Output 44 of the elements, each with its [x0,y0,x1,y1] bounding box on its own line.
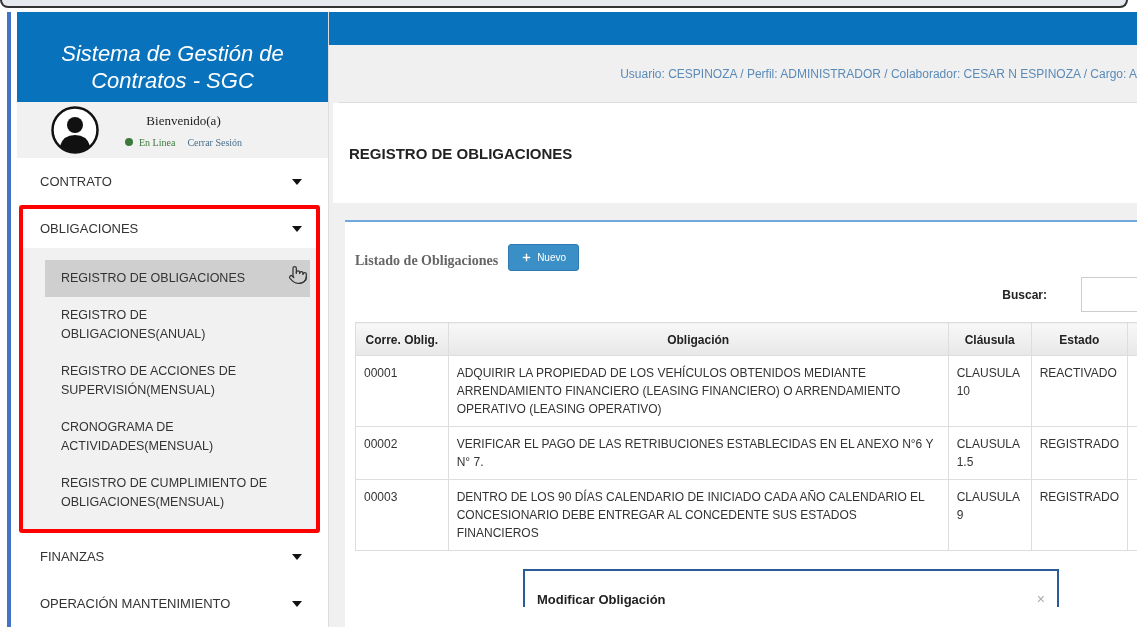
table-cell: CLAUSULA 9 [948,479,1032,551]
app-title: Sistema de Gestión de Contratos - SGC [17,12,328,103]
menu-item[interactable]: OPERACIÓN MANTENIMIENTO [23,584,316,623]
table-cell: DENTRO DE LOS 90 DÍAS CALENDARIO DE INICIADO CADA AÑO CALENDARIO EL CONCESIONARIO DEBE ENTREGAR AL CONCEDENTE SUS ESTADOS FINANCIEROS [448,479,949,551]
hand-cursor-icon [288,264,308,286]
column-header[interactable]: Cláusula [948,322,1032,356]
column-header[interactable]: Obligación [448,322,949,356]
table-cell: REGISTRADO [1031,479,1128,551]
new-button[interactable]: Nuevo [508,244,580,271]
search-field[interactable] [1081,277,1137,312]
column-header[interactable]: Corre. Oblig. [355,322,449,356]
submenu-item[interactable]: REGISTRO DE OBLIGACIONES(ANUAL) [45,297,310,353]
search-label: Buscar: [1002,287,1047,302]
table-cell: 00003 [355,479,449,551]
caret-icon [292,178,302,185]
table-cell: CLAUSULA 1.5 [948,426,1032,480]
table-cell: ADQUIRIR LA PROPIEDAD DE LOS VEHÍCULOS OBTENIDOS MEDIANTE ARRENDAMIENTO FINANCIERO (LEASING FINANCIERO) O ARRENDAMIENTO OPERATIVO (LEASING OPERATIVO) [448,355,949,427]
user-info-text: Usuario: CESPINOZA / Perfil: ADMINISTRADOR / Colaborador: CESAR N ESPINOZA / Cargo: A [620,66,1137,81]
column-header[interactable]: Estado [1031,322,1128,356]
table-cell: CLAUSULA 10 [948,355,1032,427]
page-title: REGISTRO DE OBLIGACIONES [349,144,573,162]
plus-icon [521,252,533,263]
online-dot-icon [125,138,133,147]
submenu-item[interactable]: REGISTRO DE OBLIGACIONES [45,260,310,297]
menu-item[interactable]: OBLIGACIONES [23,209,316,248]
list-title: Listado de Obligaciones [355,253,499,269]
submenu-item[interactable]: REGISTRO DE ACCIONES DE SUPERVISIÓN(MENSUAL) [45,353,310,409]
table-cell: 00001 [355,355,449,427]
submenu-item[interactable]: REGISTRO DE CUMPLIMIENTO DE OBLIGACIONES(MENSUAL) [45,465,310,521]
table-cell: REACTIVADO [1031,355,1128,427]
menu-item[interactable]: FINANZAS [23,537,316,576]
menu-item[interactable]: CONTRATO [23,162,316,201]
logout-link[interactable]: Cerrar Sesión [187,136,243,148]
caret-icon [292,225,302,232]
table-cell: REGISTRADO [1031,426,1128,480]
welcome-text: Bienvenido(a) [146,112,221,129]
table-cell: VERIFICAR EL PAGO DE LAS RETRIBUCIONES ESTABLECIDAS EN EL ANEXO N°6 Y N° 7. [448,426,949,480]
table-cell: 00002 [355,426,449,480]
caret-icon [292,553,302,560]
avatar-icon [51,106,99,155]
modal-title: Modificar Obligación [537,592,666,607]
caret-icon [292,600,302,607]
submenu-item[interactable]: CRONOGRAMA DE ACTIVIDADES(MENSUAL) [45,409,310,465]
status-text: En Linea [139,136,176,148]
